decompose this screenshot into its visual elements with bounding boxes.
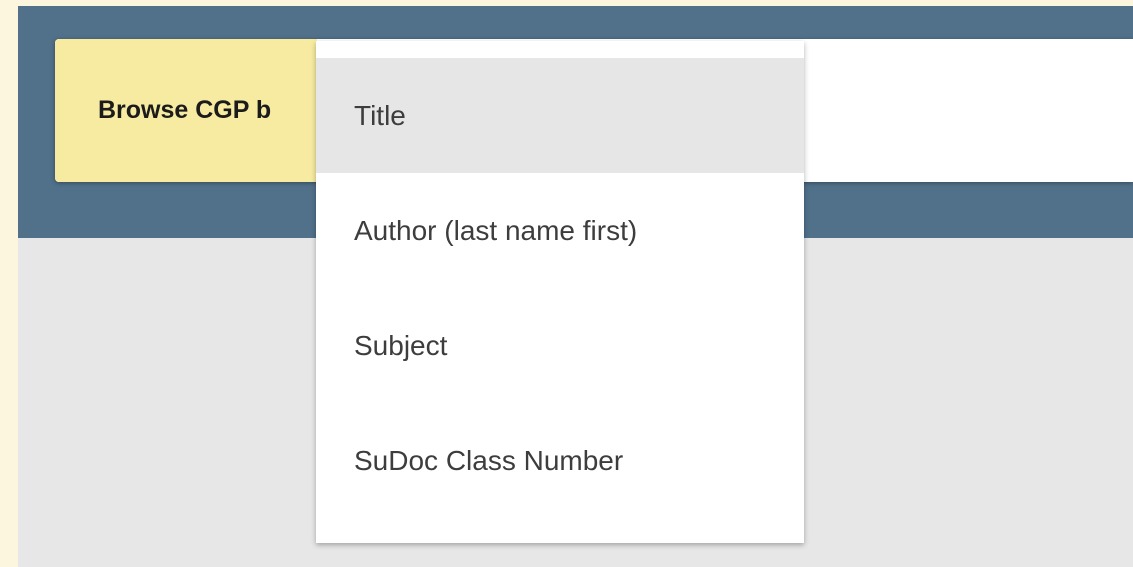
dropdown-option-sudoc[interactable]: SuDoc Class Number [316,403,804,518]
dropdown-option-title[interactable]: Title [316,58,804,173]
dropdown-option-label: Author (last name first) [354,214,638,246]
browse-label: Browse CGP b [98,96,272,124]
dropdown-option-label: Subject [354,329,448,361]
dropdown-option-subject[interactable]: Subject [316,288,804,403]
dropdown-option-author[interactable]: Author (last name first) [316,173,804,288]
browser-viewport: Browse CGP b Title Author (last name fir… [18,6,1133,567]
dropdown-option-label: Title [354,99,406,131]
browse-type-dropdown: Title Author (last name first) Subject S… [316,41,804,543]
dropdown-option-label: SuDoc Class Number [354,444,624,476]
browse-label-box: Browse CGP b [55,39,317,182]
